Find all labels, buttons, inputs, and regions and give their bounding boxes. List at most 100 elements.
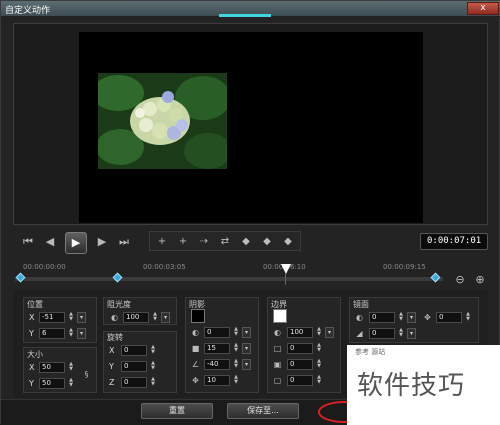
- position-x-input[interactable]: -51: [39, 312, 65, 323]
- timecode-display[interactable]: 0:00:07:01: [420, 233, 488, 250]
- axis-y-label: Y: [29, 329, 34, 338]
- size-y-input[interactable]: 50: [39, 378, 65, 389]
- move-icon: ✥: [424, 313, 431, 322]
- dropdown-icon[interactable]: ▾: [407, 328, 416, 339]
- rotation-label: 旋转: [107, 333, 123, 342]
- reset-button[interactable]: 重置: [141, 403, 213, 419]
- dropdown-icon[interactable]: ▾: [242, 327, 251, 338]
- opacity-label: 阻光度: [107, 300, 131, 309]
- spin-icon[interactable]: ▲ ▼: [67, 328, 75, 339]
- keyframe-toolbar: + + ⇢ ⇄ ◆ ◆ ◆: [149, 231, 301, 251]
- axis-y-label: Y: [109, 362, 114, 371]
- timeline-ruler: 00:00:00:00 00:00:03:05 00:00:06:10 00:0…: [13, 261, 453, 275]
- opacity-icon: ◐: [274, 328, 281, 337]
- offset-icon: ◢: [356, 329, 363, 338]
- ruler-label: 00:00:09:15: [383, 263, 426, 271]
- dropdown-icon[interactable]: ▾: [325, 327, 334, 338]
- mirror-offset-input[interactable]: 0: [369, 328, 395, 339]
- spin-icon[interactable]: ▲ ▼: [149, 377, 157, 388]
- blur-icon: ■: [191, 344, 200, 353]
- border-softness-icon: ▣: [273, 360, 282, 369]
- mirror-opacity-input[interactable]: 0: [369, 312, 395, 323]
- title-glow: [219, 14, 271, 17]
- dropdown-icon[interactable]: ▾: [77, 312, 86, 323]
- watermark-small-text: 参考 源站: [355, 348, 386, 356]
- timecode-value: 0:00:07:01: [427, 236, 482, 246]
- spin-icon[interactable]: ▲ ▼: [151, 312, 159, 323]
- spin-icon[interactable]: ▲ ▼: [397, 312, 405, 323]
- shadow-color-swatch[interactable]: [191, 309, 205, 323]
- axis-z-label: Z: [109, 378, 115, 387]
- mirror-label: 镜面: [353, 300, 369, 309]
- ruler-label: 00:00:03:05: [143, 263, 186, 271]
- go-end-icon[interactable]: ⏭: [115, 233, 133, 251]
- distance-icon: ✥: [192, 376, 199, 385]
- spin-icon[interactable]: ▲ ▼: [315, 359, 323, 370]
- spin-icon[interactable]: ▲ ▼: [67, 378, 75, 389]
- shadow-blur-input[interactable]: 15: [204, 343, 230, 354]
- save-to-button[interactable]: 保存至...: [227, 403, 299, 419]
- play-button[interactable]: ▶: [65, 232, 87, 254]
- add-keyframe-icon[interactable]: +: [152, 233, 172, 250]
- spin-icon[interactable]: ▲ ▼: [315, 343, 323, 354]
- border-corner-input[interactable]: 0: [287, 375, 313, 386]
- link-icon[interactable]: §: [81, 369, 92, 380]
- border-softness-input[interactable]: 0: [287, 359, 313, 370]
- shadow-distance-input[interactable]: 10: [204, 375, 230, 386]
- swap-keyframe-icon[interactable]: ⇄: [215, 233, 235, 250]
- zoom-out-icon[interactable]: ⊖: [453, 273, 467, 287]
- spin-icon[interactable]: ▲ ▼: [397, 328, 405, 339]
- spin-icon[interactable]: ▲ ▼: [149, 361, 157, 372]
- remove-keyframe-icon[interactable]: +: [173, 233, 193, 250]
- spin-icon[interactable]: ▲ ▼: [232, 327, 240, 338]
- rotation-z-input[interactable]: 0: [121, 377, 147, 388]
- ruler-label: 00:00:00:00: [23, 263, 66, 271]
- shadow-direction-input[interactable]: -40: [204, 359, 230, 370]
- border-color-swatch[interactable]: [273, 309, 287, 323]
- axis-x-label: X: [29, 313, 35, 322]
- dropdown-icon[interactable]: ▾: [77, 328, 86, 339]
- opacity-icon: ◐: [192, 328, 199, 337]
- window-title: 自定义动作: [5, 6, 51, 16]
- rotation-y-input[interactable]: 0: [121, 361, 147, 372]
- shadow-opacity-input[interactable]: 0: [204, 327, 230, 338]
- dropdown-icon[interactable]: ▾: [242, 359, 251, 370]
- mirror-distance-input[interactable]: 0: [436, 312, 462, 323]
- spin-icon[interactable]: ▲ ▼: [232, 359, 240, 370]
- spin-icon[interactable]: ▲ ▼: [232, 343, 240, 354]
- spin-icon[interactable]: ▲ ▼: [315, 375, 323, 386]
- overlay-image[interactable]: [98, 73, 227, 169]
- ease-keyframe-icon[interactable]: ◆: [278, 233, 298, 250]
- opacity-icon: ◐: [356, 313, 363, 322]
- step-back-icon[interactable]: ◀: [41, 233, 59, 251]
- position-label: 位置: [27, 300, 43, 309]
- position-y-input[interactable]: 6: [39, 328, 65, 339]
- dropdown-icon[interactable]: ▾: [407, 312, 416, 323]
- axis-x-label: X: [29, 363, 35, 372]
- watermark-text: 软件技巧: [357, 371, 466, 401]
- opacity-icon: ◐: [111, 313, 118, 322]
- spin-icon[interactable]: ▲ ▼: [149, 345, 157, 356]
- timeline-track[interactable]: [15, 276, 443, 281]
- axis-x-label: X: [109, 346, 115, 355]
- prev-keyframe-icon[interactable]: ◆: [236, 233, 256, 250]
- rotation-x-input[interactable]: 0: [121, 345, 147, 356]
- spin-icon[interactable]: ▲ ▼: [232, 375, 240, 386]
- border-width-input[interactable]: 0: [287, 343, 313, 354]
- opacity-input[interactable]: 100: [123, 312, 149, 323]
- go-start-icon[interactable]: ⏮: [19, 233, 37, 251]
- next-keyframe-icon[interactable]: ◆: [257, 233, 277, 250]
- dropdown-icon[interactable]: ▾: [161, 312, 170, 323]
- reverse-keyframe-icon[interactable]: ⇢: [194, 233, 214, 250]
- size-x-input[interactable]: 50: [39, 362, 65, 373]
- step-forward-icon[interactable]: ▶: [93, 233, 111, 251]
- dropdown-icon[interactable]: ▾: [242, 343, 251, 354]
- border-opacity-input[interactable]: 100: [287, 327, 313, 338]
- close-button[interactable]: x: [467, 2, 499, 15]
- spin-icon[interactable]: ▲ ▼: [315, 327, 323, 338]
- zoom-in-icon[interactable]: ⊕: [473, 273, 487, 287]
- spin-icon[interactable]: ▲ ▼: [67, 312, 75, 323]
- spin-icon[interactable]: ▲ ▼: [464, 312, 472, 323]
- spin-icon[interactable]: ▲ ▼: [67, 362, 75, 373]
- axis-y-label: Y: [29, 379, 34, 388]
